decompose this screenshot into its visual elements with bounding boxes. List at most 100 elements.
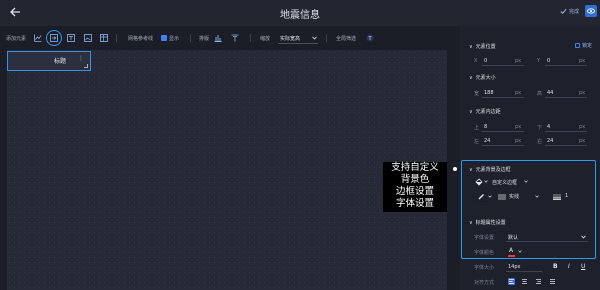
title-element-text: 标题: [54, 58, 67, 65]
lock-label: 锁定: [582, 43, 593, 49]
zoom-select-underline: [278, 43, 318, 44]
y-label: Y: [537, 58, 541, 64]
image-icon[interactable]: [84, 34, 92, 42]
width-unit: px: [515, 90, 522, 96]
y-input-underline: [545, 65, 587, 66]
border-style-icon: [498, 194, 506, 200]
y-unit: px: [579, 58, 586, 64]
snap-label: 排版: [199, 36, 210, 42]
font-setting-underline: [506, 241, 588, 242]
height-input[interactable]: 44: [547, 90, 553, 96]
align-bottom-icon[interactable]: [214, 34, 222, 42]
padding-bottom-underline: [545, 131, 587, 132]
chevron-down-icon[interactable]: [518, 250, 522, 253]
font-color-glyph[interactable]: A: [509, 247, 513, 254]
padding-right-input[interactable]: 24: [547, 138, 553, 144]
section-position-title[interactable]: 元素位置: [469, 43, 496, 50]
check-icon: [560, 8, 567, 15]
back-arrow-icon[interactable]: [8, 5, 22, 19]
padding-top-input[interactable]: 8: [484, 124, 487, 130]
font-color-label: 字体颜色: [474, 250, 495, 256]
lock-checkbox-box: [575, 43, 580, 48]
section-title-props-title[interactable]: 标题属性设置: [469, 219, 506, 226]
font-setting-select[interactable]: 默认: [508, 234, 518, 241]
bold-button[interactable]: B: [553, 263, 558, 270]
font-size-input[interactable]: 14px: [508, 264, 521, 270]
lock-checkbox[interactable]: 锁定: [575, 42, 592, 49]
y-input[interactable]: 0: [547, 58, 550, 64]
align-right-icon[interactable]: [535, 278, 542, 285]
editor-canvas[interactable]: [7, 50, 447, 290]
padding-left-underline: [482, 145, 524, 146]
padding-bottom-unit: px: [579, 124, 586, 130]
toolbar-divider: [326, 34, 327, 42]
width-label: 宽: [474, 91, 480, 97]
border-color-swatch[interactable]: [476, 201, 486, 202]
chevron-down-icon[interactable]: [581, 235, 586, 239]
width-input[interactable]: 188: [484, 90, 494, 96]
filter-text-icon[interactable]: [366, 34, 374, 42]
align-justify-icon[interactable]: [549, 278, 556, 285]
gridline-label: 网格参考线: [128, 36, 154, 42]
toolbar-divider: [250, 34, 251, 42]
border-width-input[interactable]: 1: [565, 193, 568, 199]
line-chart-icon[interactable]: [34, 34, 42, 42]
padding-top-label: 上: [474, 125, 480, 131]
padding-right-unit: px: [579, 138, 586, 144]
annotation-line: 边框设置: [395, 186, 434, 197]
padding-left-input[interactable]: 24: [484, 138, 490, 144]
title-element[interactable]: 标题 ⋮: [7, 51, 91, 71]
resize-handle[interactable]: [84, 64, 88, 68]
padding-left-label: 左: [474, 139, 480, 145]
alignment-label: 对齐方式: [474, 280, 495, 286]
table-icon[interactable]: [100, 34, 108, 42]
padding-bottom-input[interactable]: 4: [547, 124, 550, 130]
distribute-icon[interactable]: [231, 34, 239, 42]
font-color-swatch[interactable]: [508, 255, 515, 257]
title-element-icon[interactable]: [50, 34, 58, 42]
align-center-icon[interactable]: [521, 278, 528, 285]
zoom-select[interactable]: 实际宽高: [280, 35, 300, 42]
align-left-icon[interactable]: [508, 278, 515, 285]
chevron-down-icon[interactable]: [535, 195, 539, 198]
padding-bottom-label: 下: [537, 125, 543, 131]
annotation-pointer-dot: [453, 167, 457, 171]
x-input-underline: [482, 65, 524, 66]
annotation-line: 背景色: [400, 174, 430, 185]
add-element-label: 添加元素: [6, 36, 27, 42]
done-button[interactable]: 完成: [560, 8, 579, 15]
chevron-down-icon[interactable]: [524, 180, 528, 183]
background-select[interactable]: 自定义边框: [492, 179, 517, 186]
underline-button[interactable]: U: [581, 263, 585, 270]
paint-bucket-icon[interactable]: [475, 178, 483, 186]
gridline-show-checkbox[interactable]: [161, 35, 167, 41]
zoom-label: 缩放: [260, 36, 271, 42]
text-icon[interactable]: [67, 34, 75, 42]
padding-left-unit: px: [515, 138, 522, 144]
height-label: 高: [537, 91, 543, 97]
annotation-line: 支持自定义: [391, 162, 439, 173]
chevron-down-icon[interactable]: [312, 36, 317, 40]
x-unit: px: [515, 58, 522, 64]
global-filter-label: 全局筛选: [336, 36, 357, 42]
font-size-label: 字体大小: [474, 265, 495, 271]
font-size-underline: [506, 271, 542, 272]
italic-button[interactable]: I: [568, 263, 570, 270]
padding-right-label: 右: [537, 139, 543, 145]
more-menu-icon[interactable]: ⋮: [78, 55, 84, 62]
show-label: 显示: [169, 36, 180, 42]
font-setting-label: 字体设置: [474, 235, 495, 241]
chevron-down-icon[interactable]: [488, 195, 492, 198]
section-padding-title[interactable]: 元素内边距: [469, 108, 501, 115]
annotation-callout: 支持自定义 背景色 边框设置 字体设置: [383, 162, 447, 212]
highlight-frame: [461, 160, 596, 259]
border-style-select[interactable]: 实线: [509, 193, 519, 200]
x-input[interactable]: 0: [484, 58, 487, 64]
section-size-title[interactable]: 元素大小: [469, 74, 496, 81]
chevron-down-icon[interactable]: [484, 180, 488, 183]
section-background-border-title[interactable]: 元素背景及边框: [469, 166, 511, 173]
preview-button[interactable]: [585, 5, 597, 17]
pen-icon[interactable]: [477, 192, 485, 200]
eye-icon: [587, 8, 595, 14]
annotation-line: 字体设置: [395, 198, 434, 209]
